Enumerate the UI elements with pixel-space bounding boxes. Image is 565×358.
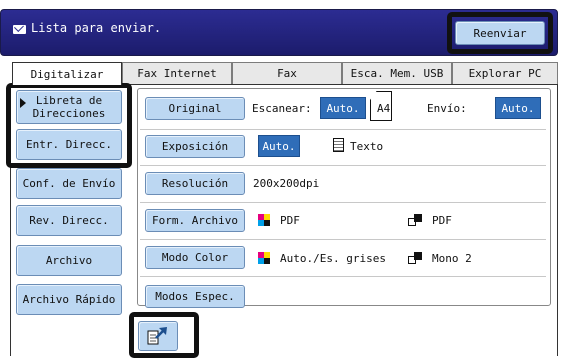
send-settings-button[interactable]: Conf. de Envío	[16, 168, 122, 199]
exposure-mode: Texto	[350, 140, 384, 153]
color-mode-button[interactable]: Modo Color	[145, 246, 245, 269]
envelope-icon	[13, 25, 26, 34]
file-format-button[interactable]: Form. Archivo	[145, 209, 245, 232]
color-swatch-icon	[258, 252, 270, 264]
divider	[140, 165, 546, 166]
divider	[140, 276, 546, 277]
color-mode-value: Auto./Es. grises	[280, 252, 386, 265]
divider	[140, 129, 546, 130]
color-file-format: PDF	[280, 214, 300, 227]
mono-file-format: PDF	[432, 214, 452, 227]
original-button[interactable]: Original	[145, 97, 245, 120]
address-book-button[interactable]: Libreta de Direcciones	[16, 90, 122, 124]
mono-swatch-icon	[408, 214, 422, 226]
preview-arrow-icon	[147, 327, 167, 345]
tab-explorar-pc[interactable]: Explorar PC	[452, 62, 558, 84]
tab-digitalizar[interactable]: Digitalizar	[12, 62, 122, 85]
mono-swatch-icon	[408, 252, 422, 264]
send-label: Envío:	[427, 102, 467, 115]
paper-size: A4	[377, 102, 391, 115]
mono-mode-value: Mono 2	[432, 252, 472, 265]
quick-file-button[interactable]: Archivo Rápido	[16, 284, 122, 315]
tab-esca-mem-usb[interactable]: Esca. Mem. USB	[342, 62, 452, 84]
send-value: Auto.	[495, 97, 541, 119]
document-text-icon	[333, 138, 344, 152]
exposure-button[interactable]: Exposición	[145, 135, 245, 158]
status-message: Lista para enviar.	[31, 21, 162, 35]
file-button[interactable]: Archivo	[16, 245, 122, 276]
arrow-right-icon	[20, 98, 26, 108]
tab-fax-internet[interactable]: Fax Internet	[122, 62, 232, 84]
address-entry-button[interactable]: Entr. Direcc.	[16, 129, 122, 160]
tab-fax[interactable]: Fax	[232, 62, 342, 84]
special-modes-button[interactable]: Modos Espec.	[145, 285, 245, 308]
resolution-button[interactable]: Resolución	[145, 172, 245, 195]
scan-value: Auto.	[320, 97, 366, 119]
review-address-button[interactable]: Rev. Direcc.	[16, 205, 122, 236]
settings-panel	[137, 88, 551, 306]
preview-button[interactable]	[138, 321, 178, 351]
exposure-value: Auto.	[258, 135, 300, 157]
color-swatch-icon	[258, 214, 270, 226]
resend-button[interactable]: Reenviar	[455, 21, 545, 45]
scan-label: Escanear:	[252, 102, 312, 115]
resolution-value: 200x200dpi	[253, 177, 320, 190]
divider	[140, 239, 546, 240]
divider	[140, 202, 546, 203]
